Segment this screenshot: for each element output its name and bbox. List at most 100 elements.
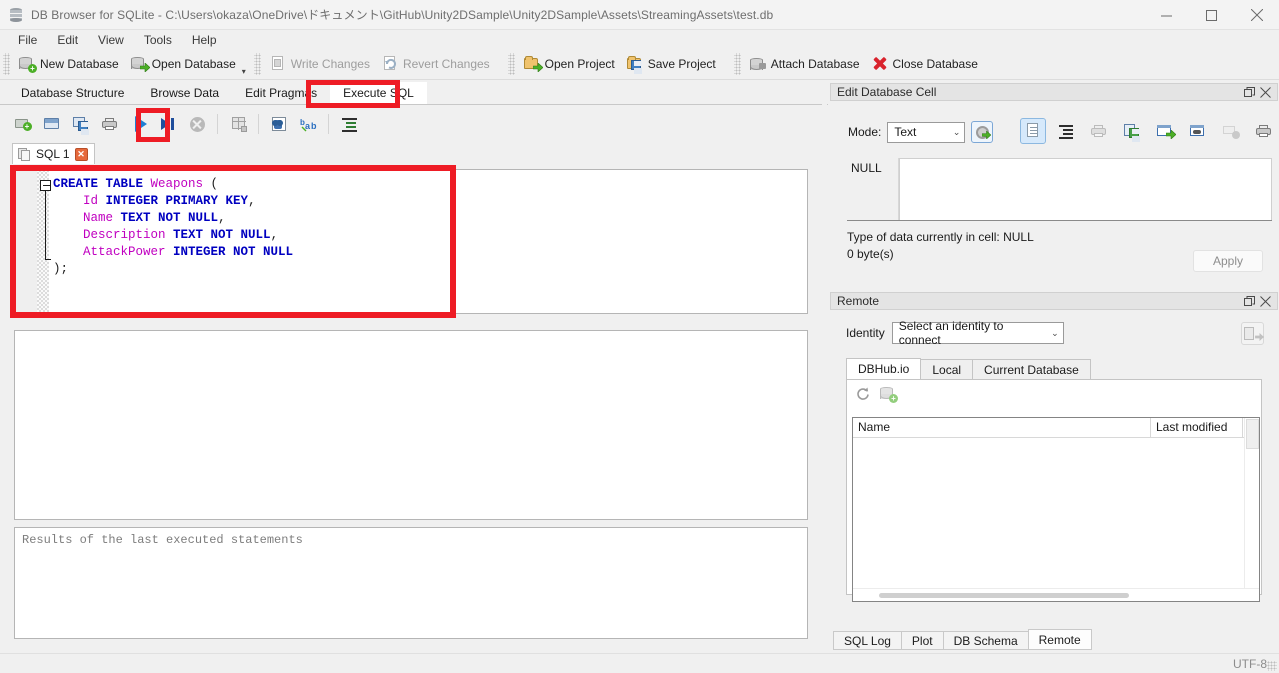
sql-line: Description TEXT NOT NULL, (83, 228, 279, 242)
scrollbar-thumb-h[interactable] (879, 593, 1129, 598)
remote-tab-current-database[interactable]: Current Database (972, 359, 1091, 380)
refresh-icon[interactable] (855, 386, 870, 401)
bottom-dock-tab-bar: SQL Log Plot DB Schema Remote (833, 629, 1092, 650)
main-dock-splitter[interactable] (822, 81, 827, 641)
column-header-name[interactable]: Name (853, 418, 1151, 437)
open-project-button[interactable]: Open Project (518, 51, 621, 77)
remote-tab-local[interactable]: Local (920, 359, 974, 380)
tab-browse-data[interactable]: Browse Data (137, 82, 233, 104)
import-icon[interactable] (1086, 118, 1112, 144)
maximize-button[interactable] (1189, 0, 1234, 30)
tab-edit-pragmas[interactable]: Edit Pragmas (232, 82, 331, 104)
window-controls (1144, 0, 1279, 30)
bottom-tab-plot[interactable]: Plot (900, 631, 944, 650)
db-browser-window: DB Browser for SQLite - C:\Users\okaza\O… (0, 0, 1279, 673)
open-sql-file-icon[interactable] (38, 110, 66, 138)
menu-view[interactable]: View (88, 31, 134, 49)
save-sql-file-icon[interactable] (67, 110, 95, 138)
tab-database-structure[interactable]: Database Structure (8, 82, 138, 104)
title-bar: DB Browser for SQLite - C:\Users\okaza\O… (0, 0, 1279, 30)
stop-icon[interactable] (183, 110, 211, 138)
fold-collapse-icon[interactable] (40, 180, 51, 191)
remote-title: Remote (837, 294, 880, 308)
word-wrap-icon[interactable] (1053, 118, 1079, 144)
bottom-tab-remote[interactable]: Remote (1027, 629, 1092, 650)
toolbar-grip-4[interactable] (733, 53, 741, 75)
apply-data-icon[interactable] (971, 121, 994, 143)
cell-value-editor[interactable]: NULL (847, 158, 1272, 221)
bottom-tab-db-schema[interactable]: DB Schema (942, 631, 1029, 650)
mode-select[interactable]: Text ⌄ (887, 121, 966, 143)
editor-results-splitter[interactable] (14, 320, 808, 325)
remote-list-horizontal-scrollbar[interactable] (853, 588, 1259, 601)
bottom-tab-sql-log[interactable]: SQL Log (833, 631, 902, 650)
sql-document-icon (18, 147, 31, 161)
open-tab-icon[interactable]: + (9, 110, 37, 138)
remote-list-vertical-scrollbar[interactable] (1244, 418, 1259, 601)
print-icon[interactable] (96, 110, 124, 138)
clone-database-icon[interactable]: + (880, 386, 898, 403)
menu-edit[interactable]: Edit (47, 31, 88, 49)
save-results-view-icon[interactable] (224, 110, 252, 138)
tab-execute-sql[interactable]: Execute SQL (330, 82, 427, 104)
toolbar-grip[interactable] (3, 53, 10, 75)
menu-tools[interactable]: Tools (134, 31, 182, 49)
set-as-null-icon[interactable] (1218, 118, 1244, 144)
remote-tool-row: + (855, 386, 898, 403)
auto-completion-icon[interactable]: b a b (294, 110, 322, 138)
edit-cell-float-icon[interactable] (1241, 84, 1257, 100)
remote-tab-dbhub[interactable]: DBHub.io (846, 358, 922, 380)
resize-grip[interactable] (1267, 661, 1277, 671)
open-in-external-icon[interactable] (1152, 118, 1178, 144)
revert-changes-button[interactable]: Revert Changes (376, 51, 496, 77)
export-icon[interactable] (1119, 118, 1145, 144)
remote-close-icon[interactable] (1257, 293, 1273, 309)
print-cell-icon[interactable] (1251, 118, 1277, 144)
column-header-last-modified[interactable]: Last modified (1151, 418, 1243, 437)
close-database-label: Close Database (892, 57, 978, 71)
scrollbar-thumb[interactable] (1246, 419, 1259, 449)
close-button[interactable] (1234, 0, 1279, 30)
find-replace-icon[interactable] (265, 110, 293, 138)
open-database-button[interactable]: Open Database (125, 51, 242, 77)
revert-changes-icon (382, 56, 399, 72)
push-to-remote-icon[interactable] (1241, 322, 1264, 345)
results-grid[interactable] (14, 330, 808, 520)
close-database-button[interactable]: Close Database (866, 51, 984, 77)
sql-editor[interactable]: CREATE TABLE Weapons ( Id INTEGER PRIMAR… (14, 169, 808, 314)
sql-tab-close-icon[interactable]: ✕ (74, 147, 88, 161)
open-database-label: Open Database (151, 57, 236, 71)
sql-code-text: CREATE TABLE Weapons ( Id INTEGER PRIMAR… (53, 176, 293, 278)
remote-float-icon[interactable] (1241, 293, 1257, 309)
cell-value-input[interactable] (899, 158, 1272, 220)
cell-type-text: Type of data currently in cell: NULL (847, 230, 1034, 244)
toolbar-grip-3[interactable] (507, 53, 515, 75)
editor-fold-margin[interactable] (37, 170, 49, 313)
toolbar-grip-2[interactable] (253, 53, 261, 75)
write-changes-button[interactable]: Write Changes (264, 51, 376, 77)
results-message-splitter[interactable] (14, 521, 808, 526)
execute-all-icon[interactable] (125, 110, 153, 138)
menu-help[interactable]: Help (182, 31, 227, 49)
apply-button[interactable]: Apply (1193, 250, 1263, 272)
sql-tab-sql1[interactable]: SQL 1 ✕ (12, 143, 95, 164)
sql-line: CREATE TABLE Weapons ( (53, 177, 219, 191)
edit-database-cell-titlebar: Edit Database Cell (830, 83, 1278, 101)
edit-cell-close-icon[interactable] (1257, 84, 1273, 100)
save-project-button[interactable]: Save Project (621, 51, 722, 77)
menu-file[interactable]: File (8, 31, 47, 49)
open-in-default-app-icon[interactable] (1185, 118, 1211, 144)
new-database-button[interactable]: + New Database (13, 51, 125, 77)
revert-changes-label: Revert Changes (402, 57, 490, 71)
cell-info: Type of data currently in cell: NULL 0 b… (847, 229, 1034, 263)
remote-file-list[interactable]: Name Last modified S (852, 417, 1260, 602)
identity-select[interactable]: Select an identity to connect ⌄ (891, 319, 1064, 347)
format-sql-icon[interactable] (335, 110, 363, 138)
execute-current-line-icon[interactable] (154, 110, 182, 138)
open-database-dropdown[interactable]: ▾ (242, 67, 246, 76)
identity-row: Identity Select an identity to connect ⌄ (846, 319, 1064, 347)
minimize-button[interactable] (1144, 0, 1189, 30)
text-mode-icon[interactable] (1020, 118, 1046, 144)
sql-toolbar-separator-1 (217, 114, 218, 134)
attach-database-button[interactable]: Attach Database (744, 51, 866, 77)
